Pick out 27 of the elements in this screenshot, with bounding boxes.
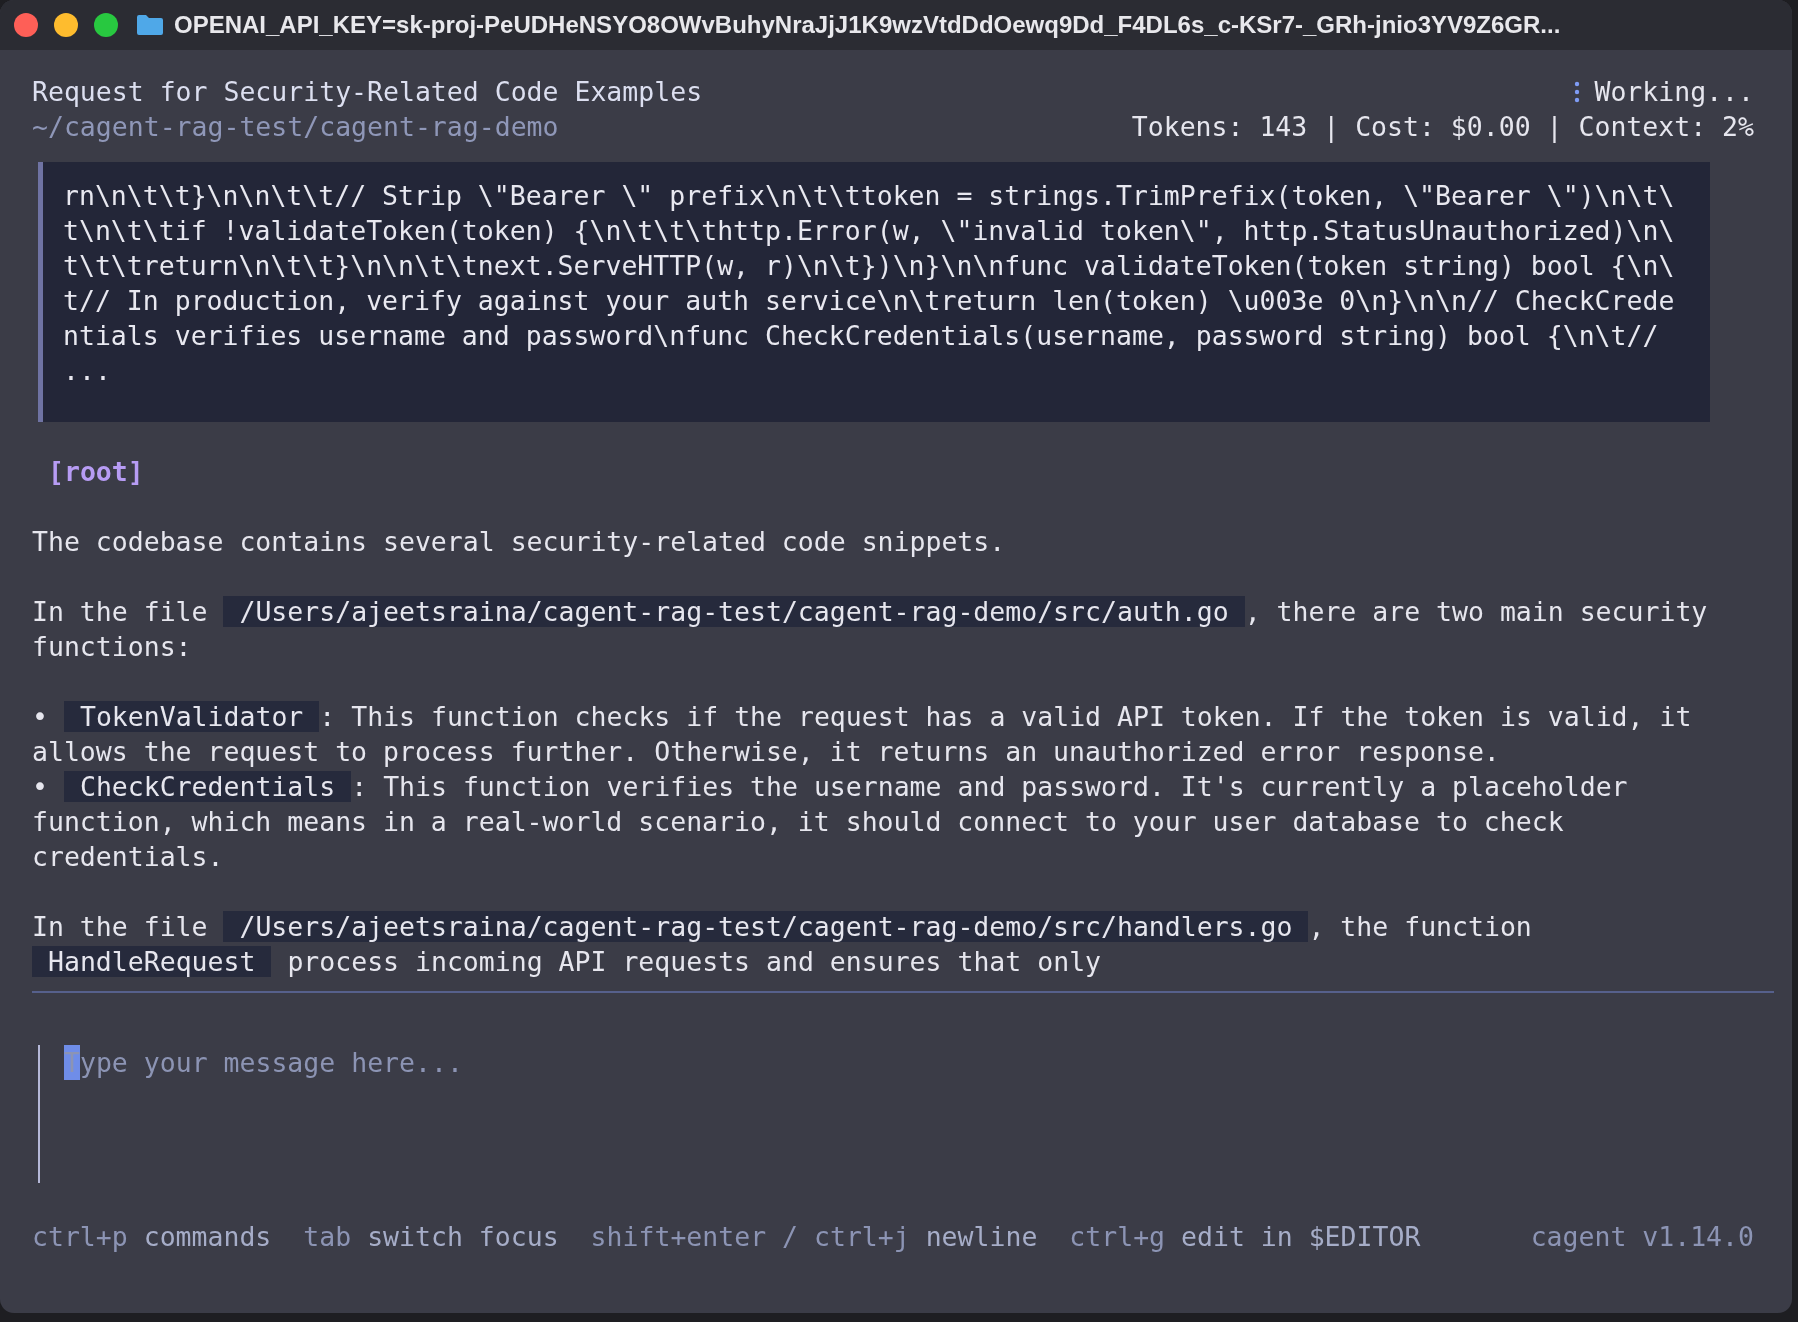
code-line: t\n\t\tif !validateToken(token) {\n\t\t\thttp.Error(w, \"invalid token\", http.StatusUnauthorized)\n\: [63, 214, 1676, 248]
shortcut-hint: ctrl+p commands: [32, 1221, 272, 1252]
code-line: t\t\treturn\n\t\t}\n\n\t\tnext.ServeHTTP(w, r)\n\t})\n}\n\nfunc validateToken(token string) bool {\n\: [63, 249, 1676, 283]
shortcut-hint: shift+enter / ctrl+j newline: [590, 1221, 1038, 1252]
status-text: Working...: [1594, 75, 1754, 109]
message-paragraph: In the file /Users/ajeetsraina/cagent-rag-test/cagent-rag-demo/src/handlers.go , the function HandleRequest process incoming API requests and ensures that only: [32, 910, 1533, 979]
bullet-item: • CheckCredentials : This function verifies the username and password. It's currently a placeholder function, which means in a real-world scenario, it should connect to your user database to check credentials.: [32, 770, 1629, 874]
window-title: OPENAI_API_KEY=sk-proj-PeUDHeNSYO8OWvBuhyNraJjJ1K9wzVtdDdOewq9Dd_F4DL6s_c-KSr7-_GRh-jnio3YV9Z6GR...: [174, 11, 1561, 39]
code-line: ...: [63, 354, 112, 388]
message-paragraph: The codebase contains several security-related code snippets.: [32, 525, 1007, 559]
close-button[interactable]: [14, 13, 38, 37]
shortcut-hint: ctrl+g edit in $EDITOR: [1069, 1221, 1421, 1252]
session-title: Request for Security-Related Code Examples: [32, 75, 703, 109]
version-label: cagent v1.14.0: [1530, 1221, 1754, 1252]
spinner-icon: [1574, 80, 1581, 103]
minimize-button[interactable]: [54, 13, 78, 37]
code-line: rn\n\t\t}\n\n\t\t// Strip \"Bearer \" prefix\n\t\ttoken = strings.TrimPrefix(token, \"Bearer \")\n\t\: [63, 179, 1676, 213]
author-label: [root]: [48, 455, 145, 489]
code-line: t// In production, verify against your auth service\n\treturn len(token) \u003e 0\n}\n\n// CheckCrede: [63, 284, 1676, 318]
usage-stats: Tokens: 143 | Cost: $0.00 | Context: 2%: [1131, 110, 1754, 144]
zoom-button[interactable]: [94, 13, 118, 37]
folder-icon: [136, 14, 164, 36]
working-directory: ~/cagent-rag-test/cagent-rag-demo: [32, 110, 560, 144]
message-paragraph: In the file /Users/ajeetsraina/cagent-rag-test/cagent-rag-demo/src/auth.go , there are two main security functions:: [32, 595, 1709, 664]
shortcut-hint: tab switch focus: [303, 1221, 559, 1252]
bullet-item: • TokenValidator : This function checks if the request has a valid API token. If the token is valid, it allows the request to process further. Otherwise, it returns an unauthorized error response.: [32, 700, 1693, 769]
code-line: ntials verifies username and password\nfunc CheckCredentials(username, password string) bool {\n\t//: [63, 319, 1660, 353]
